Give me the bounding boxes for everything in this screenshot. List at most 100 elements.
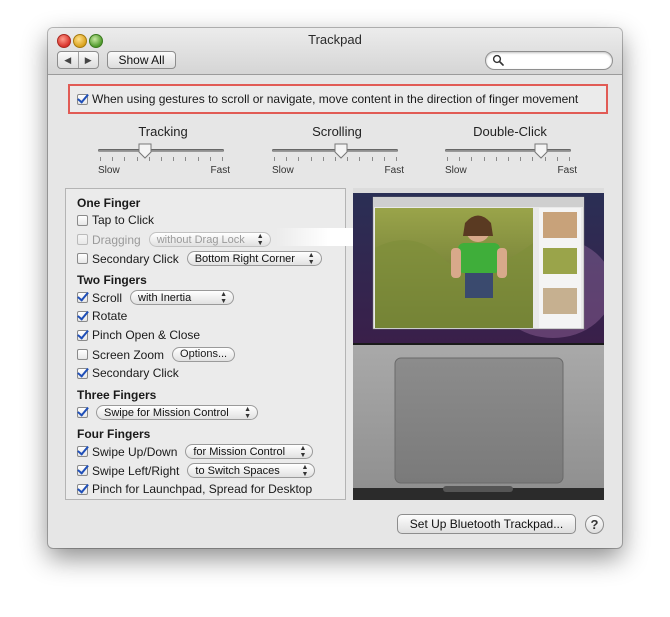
scrolling-max-label: Fast <box>384 165 404 176</box>
search-icon <box>492 54 504 66</box>
tracking-max-label: Fast <box>210 165 230 176</box>
swipe-left-right-label: Swipe Left/Right <box>92 463 180 478</box>
pinch-launchpad-row[interactable]: Pinch for Launchpad, Spread for Desktop <box>77 482 312 496</box>
window-title: Trackpad <box>308 32 362 47</box>
back-forward-control: ◀ ▶ <box>57 51 99 69</box>
screen-zoom-row[interactable]: Screen Zoom Options... <box>77 347 236 362</box>
slider-tick <box>298 157 300 161</box>
scroll-label: Scroll <box>92 290 123 305</box>
slider-tick <box>197 157 199 161</box>
swipe-up-down-popup[interactable]: for Mission Control ▲ ▼ <box>185 444 314 459</box>
one-finger-heading: One Finger <box>77 196 141 210</box>
slider-tick <box>371 157 373 161</box>
double-click-slider-ticks <box>447 157 570 161</box>
three-finger-swipe-popup[interactable]: Swipe for Mission Control ▲ ▼ <box>96 405 258 420</box>
preview-illustration <box>353 188 604 500</box>
swipe-up-down-checkbox[interactable] <box>77 446 88 457</box>
secondary-click-one-row[interactable]: Secondary Click Bottom Right Corner ▲ ▼ <box>77 251 322 266</box>
slider-tick <box>222 157 223 161</box>
help-button[interactable]: ? <box>585 515 604 534</box>
two-fingers-heading: Two Fingers <box>77 273 147 287</box>
scrolling-slider-thumb[interactable] <box>334 143 348 159</box>
setup-bluetooth-trackpad-button[interactable]: Set Up Bluetooth Trackpad... <box>397 514 576 534</box>
tap-to-click-row[interactable]: Tap to Click <box>77 213 154 227</box>
slider-tick <box>209 157 211 161</box>
pinch-launchpad-label: Pinch for Launchpad, Spread for Desktop <box>92 482 313 496</box>
double-click-slider-thumb[interactable] <box>534 143 548 159</box>
gesture-preview-video <box>353 188 604 500</box>
title-bar: Trackpad ◀ ▶ Show All <box>48 28 622 75</box>
scroll-direction-highlight: When using gestures to scroll or navigat… <box>68 84 608 114</box>
slider-tick <box>383 157 385 161</box>
secondary-click-corner-popup[interactable]: Bottom Right Corner ▲ ▼ <box>186 251 322 266</box>
tracking-min-label: Slow <box>98 165 120 176</box>
scroll-inertia-value: with Inertia <box>138 291 192 304</box>
swipe-up-down-row[interactable]: Swipe Up/Down for Mission Control ▲ ▼ <box>77 444 314 459</box>
swipe-left-right-checkbox[interactable] <box>77 465 88 476</box>
updown-arrows-icon: ▲ ▼ <box>220 290 228 305</box>
secondary-click-one-checkbox[interactable] <box>77 253 88 264</box>
search-input[interactable] <box>506 53 610 69</box>
scroll-inertia-popup[interactable]: with Inertia ▲ ▼ <box>130 290 235 305</box>
rotate-label: Rotate <box>92 309 128 323</box>
rotate-row[interactable]: Rotate <box>77 309 127 323</box>
three-finger-swipe-value: Swipe for Mission Control <box>104 406 229 419</box>
search-field[interactable] <box>485 51 613 70</box>
show-all-button[interactable]: Show All <box>107 51 176 69</box>
scroll-row[interactable]: Scroll with Inertia ▲ ▼ <box>77 290 235 305</box>
updown-arrows-icon: ▲ ▼ <box>244 405 251 420</box>
double-click-max-label: Fast <box>557 165 577 176</box>
screen-zoom-label: Screen Zoom <box>92 347 165 362</box>
slider-tick <box>471 157 473 161</box>
back-arrow-icon[interactable]: ◀ <box>58 52 79 68</box>
tracking-slider-thumb[interactable] <box>138 143 152 159</box>
swipe-left-right-row[interactable]: Swipe Left/Right to Switch Spaces ▲ ▼ <box>77 463 316 478</box>
trackpad-window: Trackpad ◀ ▶ Show All When using gesture… <box>48 28 622 548</box>
drag-lock-value: without Drag Lock <box>156 233 245 246</box>
pinch-launchpad-checkbox[interactable] <box>77 483 88 495</box>
dragging-label: Dragging <box>92 232 141 247</box>
slider-tick <box>396 157 397 161</box>
selection-pointer <box>276 228 373 246</box>
double-click-min-label: Slow <box>445 165 467 176</box>
tap-to-click-label: Tap to Click <box>92 213 155 227</box>
slider-tick <box>173 157 175 161</box>
swipe-up-down-label: Swipe Up/Down <box>92 444 178 459</box>
double-click-slider-track[interactable] <box>445 149 571 152</box>
pinch-checkbox[interactable] <box>77 329 88 341</box>
tracking-slider-group: Tracking Slow Fast <box>98 124 230 176</box>
slider-tick <box>112 157 114 161</box>
slider-tick <box>508 157 509 161</box>
scroll-direction-checkbox[interactable] <box>77 93 88 105</box>
secondary-click-two-row[interactable]: Secondary Click <box>77 366 179 380</box>
slider-tick <box>274 157 275 161</box>
pinch-row[interactable]: Pinch Open & Close <box>77 328 200 342</box>
scroll-direction-label: When using gestures to scroll or navigat… <box>92 92 579 106</box>
three-fingers-heading: Three Fingers <box>77 388 157 402</box>
screen-zoom-checkbox[interactable] <box>77 349 88 360</box>
slider-tick <box>161 157 162 161</box>
three-finger-swipe-row[interactable]: Swipe for Mission Control ▲ ▼ <box>77 405 258 420</box>
three-finger-swipe-checkbox[interactable] <box>77 407 88 418</box>
scrolling-slider-group: Scrolling Slow Fast <box>272 124 404 176</box>
slider-tick <box>495 157 497 161</box>
swipe-left-right-popup[interactable]: to Switch Spaces ▲ ▼ <box>187 463 316 478</box>
tracking-slider-track[interactable] <box>98 149 224 152</box>
pinch-label: Pinch Open & Close <box>92 328 201 342</box>
slider-tick <box>286 157 288 161</box>
forward-arrow-icon[interactable]: ▶ <box>79 52 99 68</box>
double-click-slider-group: Double-Click Slow Fast <box>445 124 577 176</box>
dragging-checkbox <box>77 234 88 245</box>
zoom-options-button[interactable]: Options... <box>172 347 236 362</box>
slider-tick <box>459 157 461 161</box>
rotate-checkbox[interactable] <box>77 310 88 322</box>
slider-tick <box>124 157 126 161</box>
scroll-direction-option[interactable]: When using gestures to scroll or navigat… <box>77 92 578 106</box>
swipe-up-down-value: for Mission Control <box>193 445 286 458</box>
secondary-click-two-checkbox[interactable] <box>77 367 88 379</box>
tap-to-click-checkbox[interactable] <box>77 214 88 226</box>
double-click-label: Double-Click <box>473 124 547 139</box>
slider-tick <box>556 157 558 161</box>
scroll-checkbox[interactable] <box>77 292 88 303</box>
updown-arrows-icon: ▲ ▼ <box>301 463 309 478</box>
